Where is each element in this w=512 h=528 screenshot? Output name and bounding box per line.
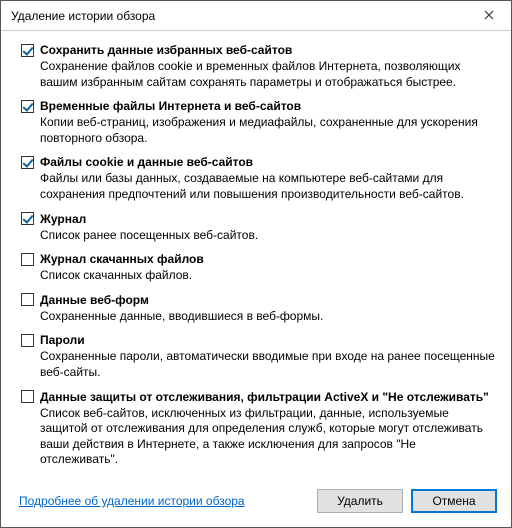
learn-more-link[interactable]: Подробнее об удалении истории обзора [19,494,309,508]
option-desc: Список веб-сайтов, исключенных из фильтр… [40,406,495,468]
option-preserve-favorites: Сохранить данные избранных веб-сайтов Со… [21,43,495,90]
checkbox-cookies[interactable] [21,156,34,169]
checkbox-temp-files[interactable] [21,100,34,113]
cancel-button[interactable]: Отмена [411,489,497,513]
dialog-content: Сохранить данные избранных веб-сайтов Со… [1,31,511,481]
option-desc: Копии веб-страниц, изображения и медиафа… [40,115,495,146]
close-button[interactable] [466,1,511,31]
checkbox-preserve-favorites[interactable] [21,44,34,57]
checkbox-passwords[interactable] [21,334,34,347]
option-label[interactable]: Сохранить данные избранных веб-сайтов [40,43,292,57]
delete-button[interactable]: Удалить [317,489,403,513]
titlebar: Удаление истории обзора [1,1,511,31]
close-icon [484,7,494,25]
option-desc: Сохраненные данные, вводившиеся в веб-фо… [40,309,495,325]
option-temp-files: Временные файлы Интернета и веб-сайтов К… [21,99,495,146]
checkbox-download-history[interactable] [21,253,34,266]
checkbox-history[interactable] [21,212,34,225]
dialog-footer: Подробнее об удалении истории обзора Уда… [1,481,511,527]
dialog-window: Удаление истории обзора Сохранить данные… [0,0,512,528]
option-desc: Список скачанных файлов. [40,268,495,284]
option-form-data: Данные веб-форм Сохраненные данные, ввод… [21,293,495,325]
checkbox-tracking-protection[interactable] [21,390,34,403]
option-cookies: Файлы cookie и данные веб-сайтов Файлы и… [21,155,495,202]
option-label[interactable]: Журнал [40,212,86,226]
option-passwords: Пароли Сохраненные пароли, автоматически… [21,333,495,380]
option-desc: Сохраненные пароли, автоматически вводим… [40,349,495,380]
option-label[interactable]: Файлы cookie и данные веб-сайтов [40,155,253,169]
option-desc: Файлы или базы данных, создаваемые на ко… [40,171,495,202]
option-tracking-protection: Данные защиты от отслеживания, фильтраци… [21,390,495,468]
option-history: Журнал Список ранее посещенных веб-сайто… [21,212,495,244]
option-download-history: Журнал скачанных файлов Список скачанных… [21,252,495,284]
option-desc: Сохранение файлов cookie и временных фай… [40,59,495,90]
option-label[interactable]: Пароли [40,333,85,347]
dialog-title: Удаление истории обзора [11,9,466,23]
option-desc: Список ранее посещенных веб-сайтов. [40,228,495,244]
option-label[interactable]: Временные файлы Интернета и веб-сайтов [40,99,301,113]
checkbox-form-data[interactable] [21,293,34,306]
option-label[interactable]: Данные защиты от отслеживания, фильтраци… [40,390,489,404]
option-label[interactable]: Журнал скачанных файлов [40,252,204,266]
option-label[interactable]: Данные веб-форм [40,293,149,307]
